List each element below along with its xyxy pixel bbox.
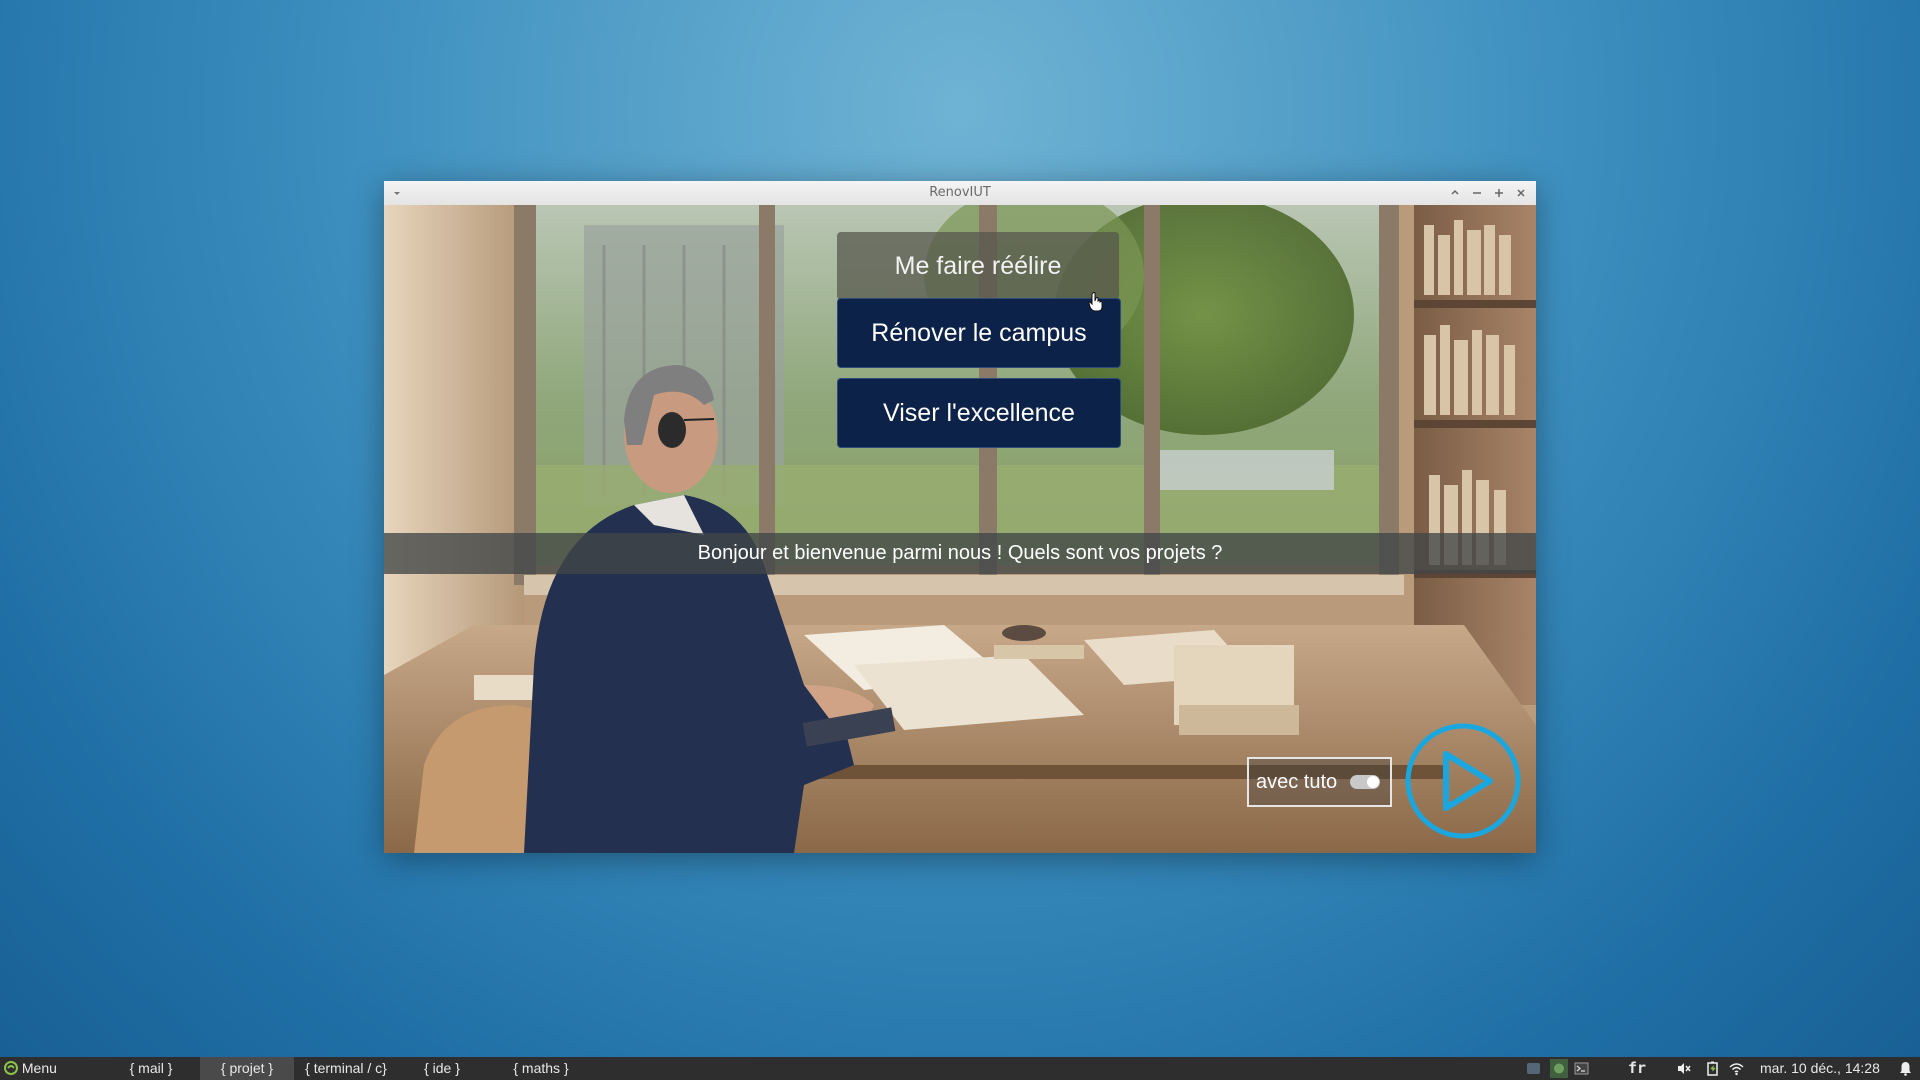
menu-logo-icon	[4, 1061, 18, 1075]
terminal-tray-icon[interactable]	[1574, 1061, 1589, 1076]
tutorial-toggle-label: avec tuto	[1256, 770, 1338, 793]
hand-cursor-icon	[1088, 292, 1103, 312]
start-menu-button[interactable]: Menu	[4, 1057, 57, 1080]
maximize-icon[interactable]	[1490, 184, 1508, 202]
dialogue-bar: Bonjour et bienvenue parmi nous ! Quels …	[384, 533, 1536, 574]
keep-above-icon[interactable]	[1446, 184, 1464, 202]
workspace-projet[interactable]: { projet }	[200, 1057, 294, 1080]
app-tray-icon[interactable]	[1526, 1061, 1541, 1076]
window-title: RenovIUT	[929, 185, 991, 200]
taskbar: Menu { mail } { projet } { terminal / c}…	[0, 1057, 1920, 1080]
tutorial-toggle[interactable]: avec tuto	[1247, 757, 1392, 807]
toggle-switch[interactable]	[1350, 775, 1380, 789]
choice-label: Viser l'excellence	[883, 398, 1075, 427]
minimize-icon[interactable]	[1468, 184, 1486, 202]
choice-label: Rénover le campus	[871, 318, 1087, 347]
workspace-terminal[interactable]: { terminal / c}	[296, 1057, 396, 1080]
wifi-icon[interactable]	[1729, 1061, 1744, 1076]
app-window: RenovIUT Me faire réélire Rénover le cam…	[384, 181, 1536, 853]
choice-label: Me faire réélire	[894, 251, 1062, 280]
workspace-maths[interactable]: { maths }	[505, 1057, 577, 1080]
workspace-ide[interactable]: { ide }	[416, 1057, 468, 1080]
dialogue-text: Bonjour et bienvenue parmi nous ! Quels …	[697, 542, 1223, 564]
toggle-knob	[1367, 776, 1379, 788]
choice-button-excellence[interactable]: Viser l'excellence	[837, 378, 1121, 448]
menu-label: Menu	[21, 1060, 57, 1076]
battery-icon[interactable]	[1705, 1061, 1720, 1076]
game-viewport: Me faire réélire Rénover le campus Viser…	[384, 205, 1536, 853]
workspace-mail[interactable]: { mail }	[118, 1057, 184, 1080]
clock[interactable]: mar. 10 déc., 14:28	[1760, 1057, 1880, 1080]
choice-button-reelection[interactable]: Me faire réélire	[837, 232, 1119, 300]
play-button[interactable]	[1404, 722, 1522, 840]
notification-bell-icon[interactable]	[1898, 1061, 1913, 1076]
active-app-tray-icon[interactable]	[1550, 1059, 1568, 1078]
window-titlebar[interactable]: RenovIUT	[384, 181, 1536, 206]
close-icon[interactable]	[1512, 184, 1530, 202]
volume-muted-icon[interactable]	[1676, 1061, 1691, 1076]
choice-button-renovate-campus[interactable]: Rénover le campus	[837, 298, 1121, 368]
keyboard-layout-indicator[interactable]: fr	[1628, 1057, 1646, 1080]
play-icon	[1443, 751, 1493, 811]
